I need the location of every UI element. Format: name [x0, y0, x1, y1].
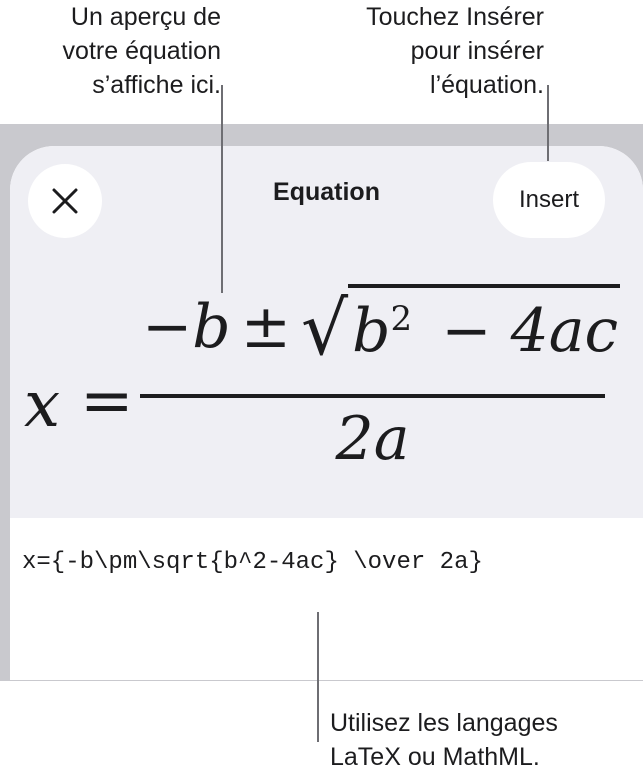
- insert-button-label: Insert: [518, 186, 580, 213]
- radicand-exponent: 2: [390, 299, 413, 339]
- equation-source-input[interactable]: x={-b\pm\sqrt{b^2-4ac} \over 2a}: [22, 549, 483, 576]
- sheet-bottom-edge: [0, 680, 643, 681]
- equation-preview-area: Equation Insert x = −b ± √ b2 − 4ac 2a: [10, 146, 643, 518]
- radical-sign-icon: √: [300, 286, 349, 372]
- callout-preview-line-2: votre équation: [62, 37, 221, 65]
- radicand-rest: − 4ac: [441, 296, 619, 366]
- callout-languages: Utilisez les langages LaTeX ou MathML.: [330, 706, 558, 774]
- callout-insert-line-3: l’équation.: [430, 71, 544, 99]
- square-root: √ b2 − 4ac: [300, 284, 621, 372]
- callout-languages-line-2: LaTeX ou MathML.: [330, 743, 540, 771]
- leader-line-insert: [547, 85, 549, 161]
- callout-preview-line-3: s’affiche ici.: [92, 71, 221, 99]
- leader-line-preview: [221, 85, 223, 293]
- leader-line-languages: [317, 612, 319, 742]
- callout-insert: Touchez Insérer pour insérer l’équation.: [366, 0, 544, 102]
- callout-insert-line-2: pour insérer: [410, 37, 544, 65]
- rendered-equation: x = −b ± √ b2 − 4ac 2a: [10, 276, 643, 486]
- callout-insert-line-1: Touchez Insérer: [366, 3, 544, 31]
- callout-languages-line-1: Utilisez les langages: [330, 709, 558, 737]
- insert-button[interactable]: Insert: [493, 162, 605, 238]
- equation-numerator: −b ± √ b2 − 4ac: [142, 284, 621, 372]
- numerator-minus-b: −b: [142, 292, 231, 362]
- radicand-b: b: [352, 296, 391, 366]
- radicand: b2 − 4ac: [348, 284, 621, 362]
- equation-sheet: Equation Insert x = −b ± √ b2 − 4ac 2a x…: [10, 146, 643, 680]
- fraction-bar: [140, 394, 605, 398]
- denominator-text: 2a: [335, 404, 410, 474]
- callout-preview-line-1: Un aperçu de: [70, 3, 221, 31]
- equation-denominator: 2a: [10, 404, 643, 474]
- numerator-pm: ±: [240, 292, 291, 362]
- callout-preview: Un aperçu de votre équation s’affiche ic…: [63, 0, 221, 102]
